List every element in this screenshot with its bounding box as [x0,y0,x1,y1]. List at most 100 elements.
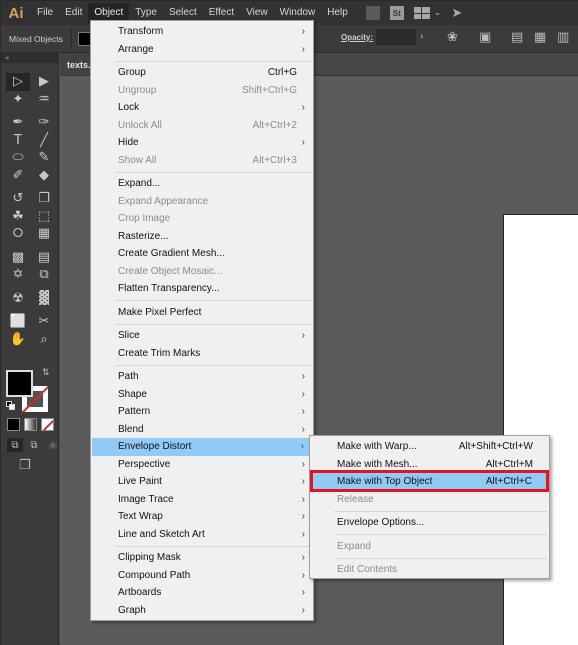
submenu-item-shortcut: Alt+Shift+Ctrl+W [458,441,533,452]
none-mode-button[interactable] [41,418,54,431]
symbol-sprayer-tool-icon[interactable]: ☢ [6,290,30,308]
menu-item-text-wrap[interactable]: Text Wrap › [91,508,313,526]
lasso-tool-icon[interactable]: ♒ [32,91,56,109]
perspective-grid-tool-icon[interactable]: ▦ [32,225,56,243]
color-mode-button[interactable] [7,418,20,431]
align-left-icon[interactable]: ▤ [511,31,523,45]
submenu-arrow-icon: › [301,493,305,505]
menu-item-image-trace[interactable]: Image Trace › [91,491,313,509]
menu-item-envelope-distort[interactable]: Envelope Distort › [92,438,312,456]
align-right-icon[interactable]: ▥ [557,31,569,45]
swap-fill-stroke-icon[interactable]: ⇅ [42,368,50,378]
draw-inside-icon[interactable]: ◉ [45,438,61,452]
align-center-icon[interactable]: ▦ [534,31,546,45]
menu-item-pattern[interactable]: Pattern › [91,403,313,421]
opacity-input[interactable] [376,29,417,45]
menu-item-transform[interactable]: Transform › [91,23,313,41]
menu-item-create-trim-marks[interactable]: Create Trim Marks [91,345,313,363]
slice-tool-icon[interactable]: ✂ [32,313,56,331]
eyedropper-tool-icon[interactable]: ✡ [6,266,30,284]
menu-item-label: Graph [118,604,146,616]
submenu-item-envelope-options[interactable]: Envelope Options... [310,514,549,532]
submenu-item-edit-contents: Edit Contents [310,561,549,579]
menu-item-perspective[interactable]: Perspective › [91,456,313,474]
recolor-artwork-icon[interactable]: ❀ [447,31,458,45]
submenu-item-make-with-top-object[interactable]: Make with Top Object Alt+Ctrl+C [311,473,548,491]
line-segment-tool-icon[interactable]: ╱ [32,132,56,150]
menu-item-label: Show All [118,154,157,166]
menu-item-arrange[interactable]: Arrange › [91,41,313,59]
warp-tool-icon[interactable]: ☘ [6,208,30,226]
mesh-tool-icon[interactable]: ▩ [6,249,30,267]
menu-item-expand[interactable]: Expand... [91,175,313,193]
menu-file[interactable]: File [31,3,59,23]
gradient-tool-icon[interactable]: ▤ [32,249,56,267]
align-to-icon[interactable]: ▣ [479,31,491,45]
submenu-item-label: Edit Contents [337,564,398,575]
artboard-tool-icon[interactable]: ⬜ [6,313,30,331]
selection-tool-icon[interactable]: ▷ [6,73,30,91]
publish-rocket-icon[interactable]: ➤ [451,6,462,21]
ellipse-tool-icon[interactable]: ⬭ [6,149,30,167]
menu-item-artboards[interactable]: Artboards › [91,584,313,602]
menu-item-path[interactable]: Path › [91,368,313,386]
menu-item-slice[interactable]: Slice › [91,327,313,345]
menu-item-compound-path[interactable]: Compound Path › [91,567,313,585]
menu-item-lock[interactable]: Lock › [91,99,313,117]
menu-separator [115,300,311,301]
workspace-switcher-icon[interactable] [413,7,430,19]
menu-item-graph[interactable]: Graph › [91,602,313,620]
change-screen-mode-icon[interactable]: ❐ [19,458,31,473]
type-tool-icon[interactable]: T [6,132,30,150]
menu-item-flatten-transparency[interactable]: Flatten Transparency... [91,280,313,298]
draw-behind-icon[interactable]: ⧉ [26,438,42,452]
collapse-panel-icon[interactable]: « [1,53,58,63]
menu-help[interactable]: Help [321,3,354,23]
menu-item-shape[interactable]: Shape › [91,386,313,404]
menu-item-create-gradient-mesh[interactable]: Create Gradient Mesh... [91,245,313,263]
artboard[interactable] [503,214,578,645]
rotate-tool-icon[interactable]: ↺ [6,190,30,208]
menu-item-hide[interactable]: Hide › [91,134,313,152]
adobe-stock-icon[interactable]: St [389,6,404,20]
direct-selection-tool-icon[interactable]: ▶ [32,73,56,91]
zoom-tool-icon[interactable]: ⌕ [32,331,56,349]
menu-item-blend[interactable]: Blend › [91,421,313,439]
menu-item-clipping-mask[interactable]: Clipping Mask › [91,549,313,567]
magic-wand-tool-icon[interactable]: ✦ [6,91,30,109]
paintbrush-tool-icon[interactable]: ✎ [32,149,56,167]
bridge-icon[interactable]: Br [365,6,380,20]
menu-item-live-paint[interactable]: Live Paint › [91,473,313,491]
shaper-tool-icon[interactable]: ✐ [6,167,30,185]
chevron-down-icon[interactable]: ⌄ [434,8,442,18]
opacity-label[interactable]: Opacity: [341,33,373,42]
pen-tool-icon[interactable]: ✒ [6,114,30,132]
menu-item-shortcut: Shift+Ctrl+G [241,84,297,96]
menu-item-shortcut: Ctrl+G [267,67,297,78]
blend-tool-icon[interactable]: ⧉ [32,266,56,284]
hand-tool-icon[interactable]: ✋ [6,331,30,349]
gradient-mode-button[interactable] [24,418,37,431]
submenu-item-make-with-warp[interactable]: Make with Warp... Alt+Shift+Ctrl+W [310,438,549,456]
fill-box[interactable] [6,370,33,397]
menu-item-rasterize[interactable]: Rasterize... [91,228,313,246]
menu-item-line-and-sketch-art[interactable]: Line and Sketch Art › [91,526,313,544]
menu-edit[interactable]: Edit [59,3,88,23]
column-graph-tool-icon[interactable]: ▓ [32,290,56,308]
opacity-chevron-icon[interactable]: › [420,32,424,42]
scale-tool-icon[interactable]: ❐ [32,190,56,208]
submenu-item-make-with-mesh[interactable]: Make with Mesh... Alt+Ctrl+M [310,456,549,474]
shape-builder-tool-icon[interactable]: ⭘ [6,225,30,243]
curvature-tool-icon[interactable]: ✑ [32,114,56,132]
menu-item-make-pixel-perfect[interactable]: Make Pixel Perfect [91,304,313,322]
object-menu-dropdown: Transform › Arrange › Group Ctrl+G Ungroup Shif… [90,20,314,621]
free-transform-tool-icon[interactable]: ⬚ [32,208,56,226]
document-tab[interactable]: texts. [60,53,92,75]
eraser-tool-icon[interactable]: ◆ [32,167,56,185]
draw-normal-icon[interactable]: ⧉ [7,438,23,452]
menu-item-group[interactable]: Group Ctrl+G [91,64,313,82]
menu-item-label: Pattern [118,406,151,417]
menu-item-label: Crop Image [118,213,171,224]
submenu-arrow-icon: › [301,406,305,417]
default-fill-stroke-icon[interactable] [6,401,15,410]
